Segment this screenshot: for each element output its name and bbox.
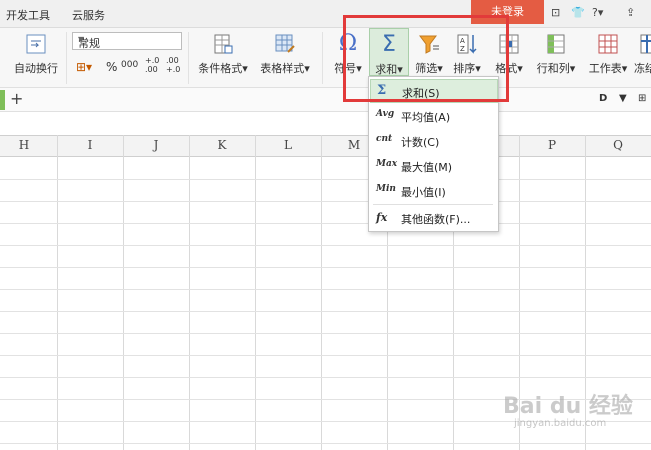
ribbon: 自动换行 常规 ▼ ⊞▾ % 000 +.0.00 .00 +.0 条件格式▾ 表… <box>0 28 651 88</box>
tab-bar: 开发工具 云服务 未登录 ⊡ 👕 ?▾ ⇪ <box>0 0 651 28</box>
grid-line <box>189 135 190 450</box>
grid-line <box>0 267 651 268</box>
highlight-box <box>343 15 509 102</box>
max-icon: Max <box>376 159 398 169</box>
conditional-format-button[interactable]: 条件格式▾ <box>194 28 252 88</box>
conditional-format-label: 条件格式▾ <box>198 62 248 75</box>
thousands-button[interactable]: 000 <box>121 60 138 70</box>
menu-item-other-functions[interactable]: fx 其他函数(F)... <box>370 206 498 230</box>
help-icon[interactable]: ?▾ <box>592 6 603 19</box>
divider <box>66 32 67 84</box>
average-icon: Avg <box>376 109 395 119</box>
menu-item-count[interactable]: cnt 计数(C) <box>370 129 498 153</box>
grid-line <box>0 333 651 334</box>
column-header[interactable]: I <box>57 138 123 152</box>
grid-line <box>57 135 58 450</box>
menu-item-label: 其他函数(F)... <box>401 213 471 226</box>
grid-line <box>0 245 651 246</box>
row-column-button[interactable]: 行和列▾ <box>530 28 582 88</box>
grid-line <box>0 443 651 444</box>
freeze-button[interactable]: 冻结 <box>634 28 651 88</box>
add-sheet-button[interactable]: + <box>10 89 23 108</box>
count-icon: cnt <box>376 134 393 144</box>
grid-line <box>255 135 256 450</box>
wrap-text-label: 自动换行 <box>14 62 58 75</box>
conditional-format-icon <box>214 34 233 54</box>
menu-item-label: 最小值(I) <box>401 186 446 199</box>
grid-line <box>0 311 651 312</box>
min-icon: Min <box>376 184 396 194</box>
percent-button[interactable]: % <box>106 60 117 74</box>
tab-cloud-service[interactable]: 云服务 <box>72 7 105 23</box>
column-header-row: H I J K L M N O P Q <box>0 135 651 157</box>
column-header[interactable]: Q <box>585 138 651 152</box>
menu-item-label: 最大值(M) <box>401 161 453 174</box>
grid-line <box>0 355 651 356</box>
worksheet-label: 工作表▾ <box>588 62 628 75</box>
worksheet-icon <box>598 34 618 54</box>
grid-line <box>0 289 651 290</box>
worksheet-button[interactable]: 工作表▾ <box>584 28 632 88</box>
currency-icon[interactable]: ⊞▾ <box>76 60 92 74</box>
watermark-url: jingyan.baidu.com <box>514 418 607 429</box>
menu-item-max[interactable]: Max 最大值(M) <box>370 154 498 178</box>
divider <box>322 32 323 84</box>
menu-item-label: 平均值(A) <box>401 111 451 124</box>
row-column-icon <box>547 34 565 54</box>
column-header[interactable]: K <box>189 138 255 152</box>
column-header[interactable]: J <box>123 138 189 152</box>
grid-line <box>0 179 651 180</box>
menu-item-average[interactable]: Avg 平均值(A) <box>370 104 498 128</box>
wrap-text-icon <box>26 34 46 54</box>
column-header[interactable]: L <box>255 138 321 152</box>
more-icon[interactable]: ⊞ <box>638 93 646 104</box>
upload-icon[interactable]: ⇪ <box>626 6 635 19</box>
active-sheet-marker <box>0 90 5 110</box>
sheet-toolbar: + D ▼ ⊞ <box>0 88 651 112</box>
wrap-text-button[interactable]: 自动换行 <box>10 28 62 88</box>
increase-decimal-icon[interactable]: +.0.00 <box>145 56 159 74</box>
grid-line <box>123 135 124 450</box>
watermark: Bai du 经验 <box>503 394 633 419</box>
freeze-icon <box>640 34 651 54</box>
table-style-label: 表格样式▾ <box>260 62 310 75</box>
menu-item-label: 计数(C) <box>401 136 440 149</box>
skin-icon[interactable]: ⊡ <box>551 6 560 19</box>
menu-item-min[interactable]: Min 最小值(I) <box>370 179 498 203</box>
grid-line <box>321 135 322 450</box>
menu-divider <box>373 204 493 205</box>
divider <box>188 32 189 84</box>
grid-line <box>0 377 651 378</box>
shirt-icon[interactable]: 👕 <box>571 6 585 19</box>
freeze-label: 冻结 <box>634 62 651 75</box>
table-style-icon <box>275 34 295 53</box>
decrease-decimal-icon[interactable]: .00 +.0 <box>166 56 180 74</box>
tab-developer-tools[interactable]: 开发工具 <box>6 7 50 23</box>
grid-line <box>0 223 651 224</box>
chevron-down-icon: ▼ <box>78 35 85 44</box>
row-column-label: 行和列▾ <box>536 62 576 75</box>
grid-line <box>0 201 651 202</box>
number-format-select[interactable]: 常规 ▼ <box>72 32 182 50</box>
table-style-button[interactable]: 表格样式▾ <box>256 28 314 88</box>
format-painter-icon[interactable]: ▼ <box>619 93 627 104</box>
column-header[interactable]: P <box>519 138 585 152</box>
paste-icon[interactable]: D <box>599 93 607 104</box>
function-icon: fx <box>376 211 388 224</box>
column-header[interactable]: H <box>0 138 57 152</box>
